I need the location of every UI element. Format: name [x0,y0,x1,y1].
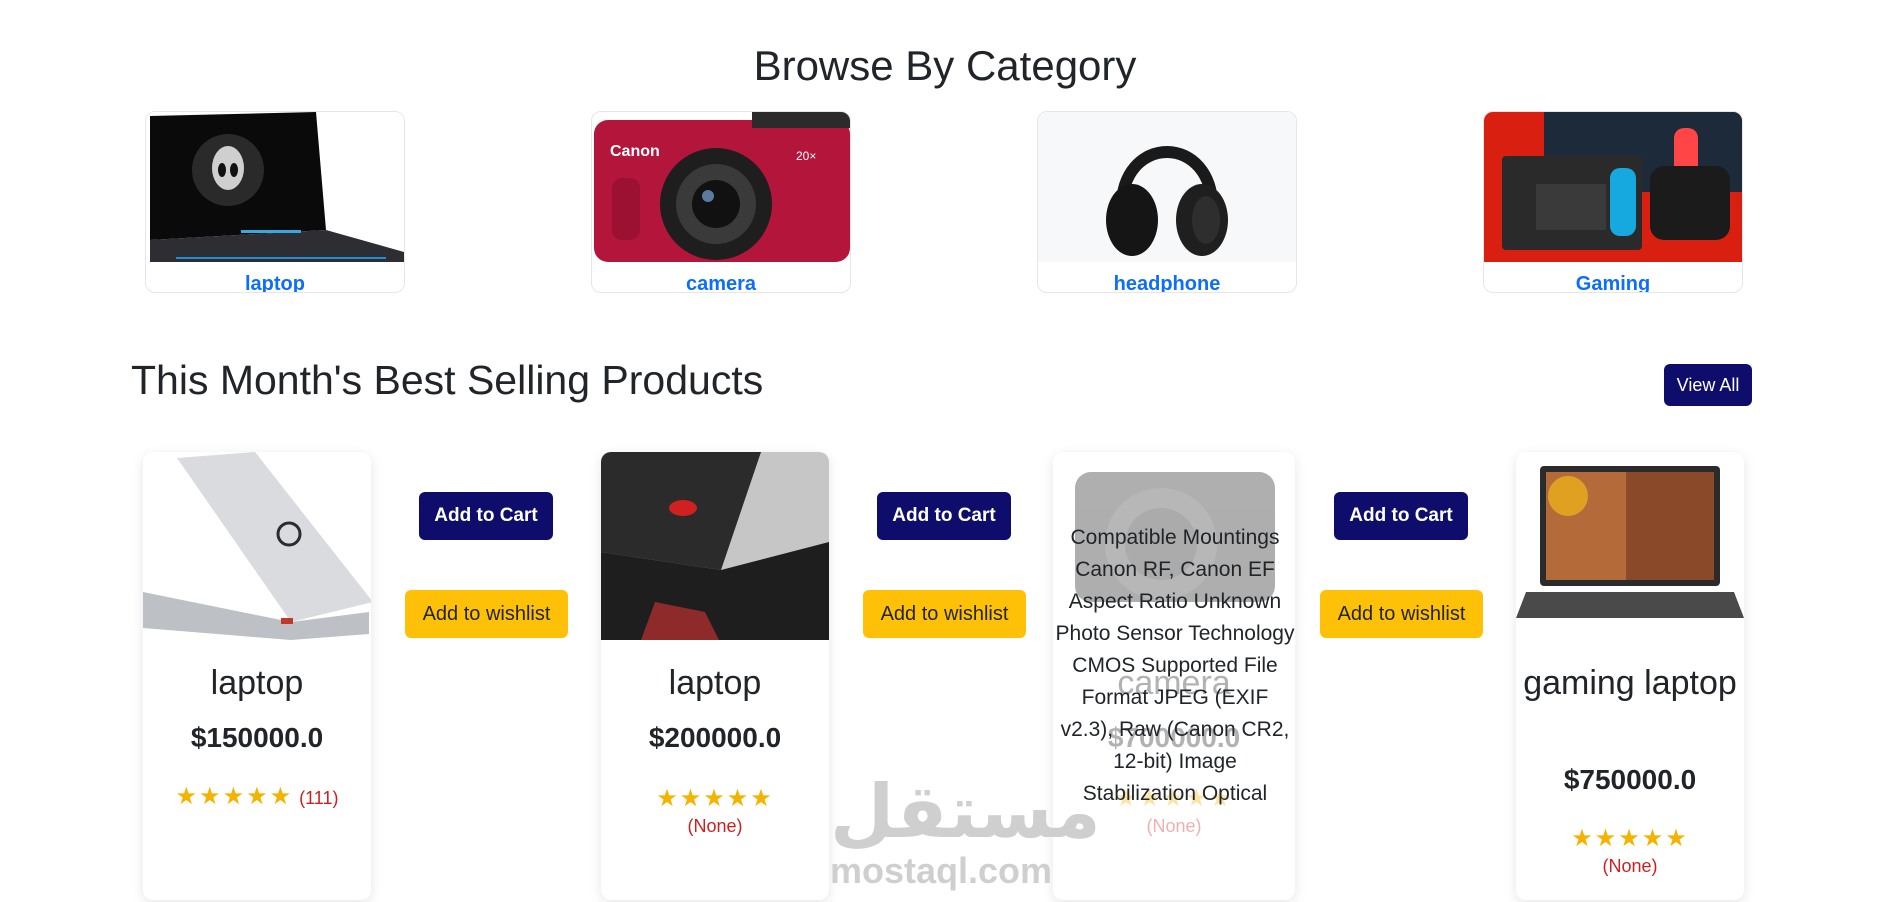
add-to-cart-button[interactable]: Add to Cart [1334,492,1468,540]
product-card[interactable]: gaming laptop $750000.0 ★★★★★ (None) [1516,452,1744,900]
star-rating: ★★★★★ [601,784,829,813]
product-image-laptop-silver [143,452,371,640]
gaming-category-image [1484,112,1742,262]
rating-count: (None) [687,816,743,836]
add-to-cart-button[interactable]: Add to Cart [419,492,553,540]
category-card-headphone[interactable]: headphone [1037,111,1297,293]
star-rating: ★★★★★ (111) [143,782,371,811]
category-link-laptop[interactable]: laptop [146,273,404,292]
product-name: laptop [210,664,304,702]
watermark-latin: mostaql.com [830,850,1053,891]
category-link-headphone[interactable]: headphone [1038,273,1296,292]
product-description: Compatible Mountings Canon RF, Canon EF … [1055,526,1295,805]
product-price: $200000.0 [648,722,782,753]
add-to-cart-button[interactable]: Add to Cart [877,492,1011,540]
rating-count: (None) [1602,856,1658,876]
star-icons: ★★★★★ [175,783,294,810]
headphone-category-image [1038,112,1296,262]
category-card-camera[interactable]: Canon 20× camera [591,111,851,293]
category-link-camera[interactable]: camera [592,273,850,292]
rating-count: (111) [299,788,339,808]
laptop-category-image [146,112,404,262]
product-card[interactable]: laptop $200000.0 ★★★★★ (None) [601,452,829,900]
product-image-laptop-black [601,452,829,640]
camera-category-image: Canon 20× [592,112,850,262]
category-link-gaming[interactable]: Gaming [1484,273,1742,292]
svg-text:20×: 20× [796,149,816,163]
category-card-gaming[interactable]: Gaming [1483,111,1743,293]
svg-text:Canon: Canon [610,143,660,160]
product-name: laptop [668,664,762,702]
star-icons: ★★★★★ [656,785,774,812]
view-all-button[interactable]: View All [1664,364,1752,406]
best-selling-title: This Month's Best Selling Products [131,357,764,403]
star-icons: ★★★★★ [1571,825,1689,852]
product-price: $750000.0 [1563,764,1697,795]
add-to-wishlist-button[interactable]: Add to wishlist [405,590,568,638]
add-to-wishlist-button[interactable]: Add to wishlist [1320,590,1483,638]
star-rating: ★★★★★ [1516,824,1744,853]
product-price: $150000.0 [190,722,324,753]
add-to-wishlist-button[interactable]: Add to wishlist [863,590,1026,638]
browse-category-title: Browse By Category [753,42,1137,89]
product-card[interactable]: laptop $150000.0 ★★★★★ (111) [143,452,371,900]
product-name: gaming laptop [1523,664,1737,702]
category-card-laptop[interactable]: laptop [145,111,405,293]
product-image-gaming-laptop [1516,452,1744,640]
